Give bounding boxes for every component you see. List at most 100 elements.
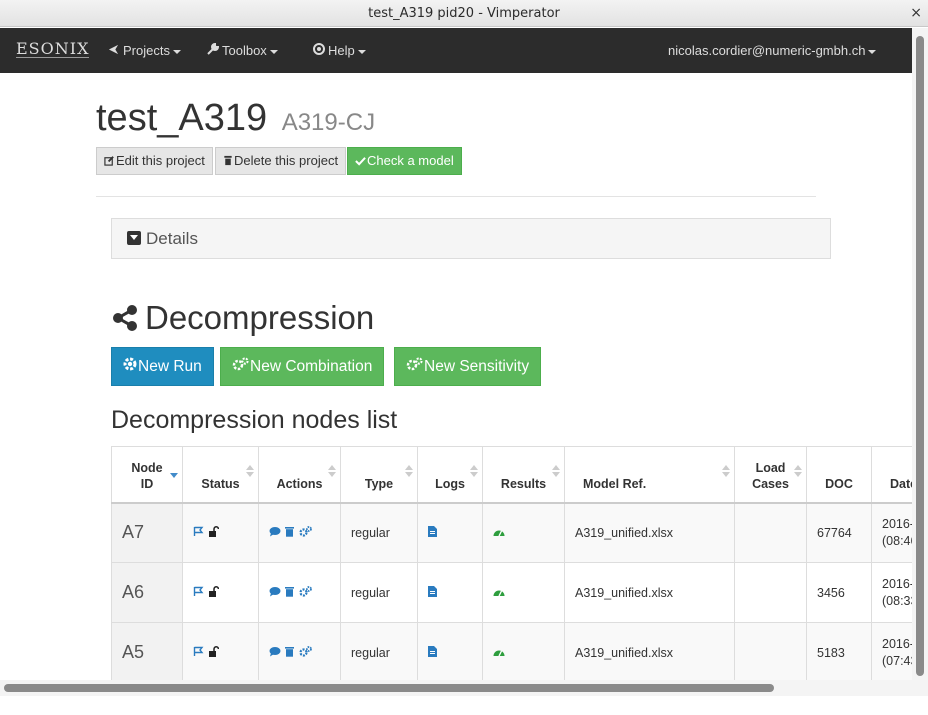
plane-icon	[107, 44, 120, 58]
date-line2: (08:33	[882, 593, 912, 608]
col-header-doc[interactable]: DOC	[806, 446, 872, 504]
main-content: test_A319 A319-CJ Edit this project Dele…	[0, 73, 912, 680]
type-cell: regular	[340, 622, 418, 680]
comment-icon[interactable]	[269, 526, 281, 540]
file-text-icon[interactable]	[428, 585, 437, 600]
trash-icon[interactable]	[285, 586, 295, 600]
sort-icon	[794, 465, 802, 477]
unlock-icon[interactable]	[208, 526, 220, 540]
table-row: A5 regular A319_unified.xlsx 5183 2016- …	[111, 622, 912, 680]
comment-icon[interactable]	[269, 586, 281, 600]
details-panel-toggle[interactable]: Details	[111, 218, 831, 259]
model-ref-cell: A319_unified.xlsx	[564, 622, 735, 680]
status-strip	[0, 696, 928, 715]
doc-cell: 3456	[806, 562, 872, 623]
trash-icon[interactable]	[285, 526, 295, 540]
date-line1: 2016-	[882, 516, 912, 531]
file-text-icon[interactable]	[428, 645, 437, 660]
load-cases-cell	[734, 502, 807, 563]
dashboard-icon[interactable]	[493, 646, 505, 660]
sort-icon	[328, 465, 336, 477]
sort-icon	[722, 465, 730, 477]
col-header-node-id-line2: ID	[140, 476, 154, 491]
doc-cell: 5183	[806, 622, 872, 680]
check-model-button[interactable]: Check a model	[347, 147, 462, 175]
nav-projects[interactable]: Projects	[107, 43, 181, 58]
chevron-down-icon	[269, 49, 278, 54]
date-line1: 2016-	[882, 636, 912, 651]
date-cell: 2016- (08:46	[871, 502, 912, 563]
file-text-icon[interactable]	[428, 526, 437, 540]
close-icon[interactable]: ×	[910, 0, 922, 27]
new-run-label: New Run	[138, 358, 202, 375]
col-header-load-cases-line1: Load	[755, 460, 786, 475]
cogs-icon[interactable]	[299, 526, 312, 540]
type-cell: regular	[340, 562, 418, 623]
check-model-label: Check a model	[367, 153, 454, 168]
delete-project-label: Delete this project	[234, 153, 339, 168]
col-header-status[interactable]: Status	[182, 446, 259, 504]
new-combination-label: New Combination	[250, 358, 373, 375]
new-combination-button[interactable]: New Combination	[220, 347, 385, 386]
col-header-node-id[interactable]: Node ID	[111, 446, 183, 504]
edit-project-button[interactable]: Edit this project	[96, 147, 213, 175]
doc-cell: 67764	[806, 502, 872, 563]
horizontal-scrollbar[interactable]	[0, 680, 928, 696]
flag-icon[interactable]	[193, 586, 204, 600]
trash-icon	[223, 149, 233, 175]
cogs-icon[interactable]	[299, 585, 312, 600]
new-run-button[interactable]: New Run	[111, 347, 214, 386]
logs-cell	[417, 562, 483, 623]
flag-icon[interactable]	[193, 526, 204, 540]
trash-icon[interactable]	[285, 646, 295, 660]
delete-project-button[interactable]: Delete this project	[215, 147, 347, 175]
col-header-actions[interactable]: Actions	[258, 446, 341, 504]
node-id-cell: A5	[111, 622, 183, 680]
col-header-logs[interactable]: Logs	[417, 446, 483, 504]
cogs-icon[interactable]	[299, 645, 312, 660]
node-id-cell: A7	[111, 502, 183, 563]
brand-logo[interactable]: ESONIX	[16, 41, 90, 58]
cogs-icon	[232, 348, 249, 385]
horizontal-scrollbar-thumb[interactable]	[4, 684, 774, 692]
new-sensitivity-button[interactable]: New Sensitivity	[394, 347, 542, 386]
load-cases-cell	[734, 562, 807, 623]
col-header-type[interactable]: Type	[340, 446, 418, 504]
comment-icon[interactable]	[269, 646, 281, 660]
navbar: ESONIX Projects Toolbox Help nicolas.cor…	[0, 28, 912, 73]
nav-toolbox[interactable]: Toolbox	[206, 42, 278, 58]
edit-project-label: Edit this project	[116, 153, 205, 168]
dashboard-icon[interactable]	[493, 586, 505, 600]
status-cell	[182, 502, 259, 563]
window-titlebar: test_A319 pid20 - Vimperator ×	[0, 0, 928, 27]
col-header-load-cases[interactable]: Load Cases	[734, 446, 807, 504]
node-id-cell: A6	[111, 562, 183, 623]
caret-square-down-icon	[127, 231, 141, 245]
date-line1: 2016-	[882, 576, 912, 591]
col-header-doc-label: DOC	[825, 476, 853, 491]
col-header-results[interactable]: Results	[482, 446, 565, 504]
col-header-actions-label: Actions	[276, 476, 323, 491]
project-name: test_A319	[96, 97, 268, 139]
logs-cell	[417, 502, 483, 563]
page-title: test_A319 A319-CJ	[96, 97, 375, 140]
unlock-icon[interactable]	[208, 585, 220, 600]
vertical-scrollbar[interactable]	[912, 28, 928, 680]
model-ref-cell: A319_unified.xlsx	[564, 502, 735, 563]
dashboard-icon[interactable]	[493, 526, 505, 540]
nodes-list-title: Decompression nodes list	[111, 406, 398, 434]
nav-help[interactable]: Help	[312, 43, 366, 58]
load-cases-cell	[734, 622, 807, 680]
unlock-icon[interactable]	[208, 645, 220, 660]
col-header-date-label: Date	[890, 476, 912, 491]
logs-cell	[417, 622, 483, 680]
table-row: A7 regular A319_unified.xlsx 67764 2016-…	[111, 502, 912, 563]
status-cell	[182, 562, 259, 623]
nav-user-menu[interactable]: nicolas.cordier@numeric-gmbh.ch	[668, 43, 877, 58]
col-header-model-ref[interactable]: Model Ref.	[564, 446, 735, 504]
sort-icon	[405, 465, 413, 477]
flag-icon[interactable]	[193, 646, 204, 660]
col-header-date[interactable]: Date	[871, 446, 912, 504]
vertical-scrollbar-thumb[interactable]	[916, 36, 924, 676]
results-cell	[482, 562, 565, 623]
